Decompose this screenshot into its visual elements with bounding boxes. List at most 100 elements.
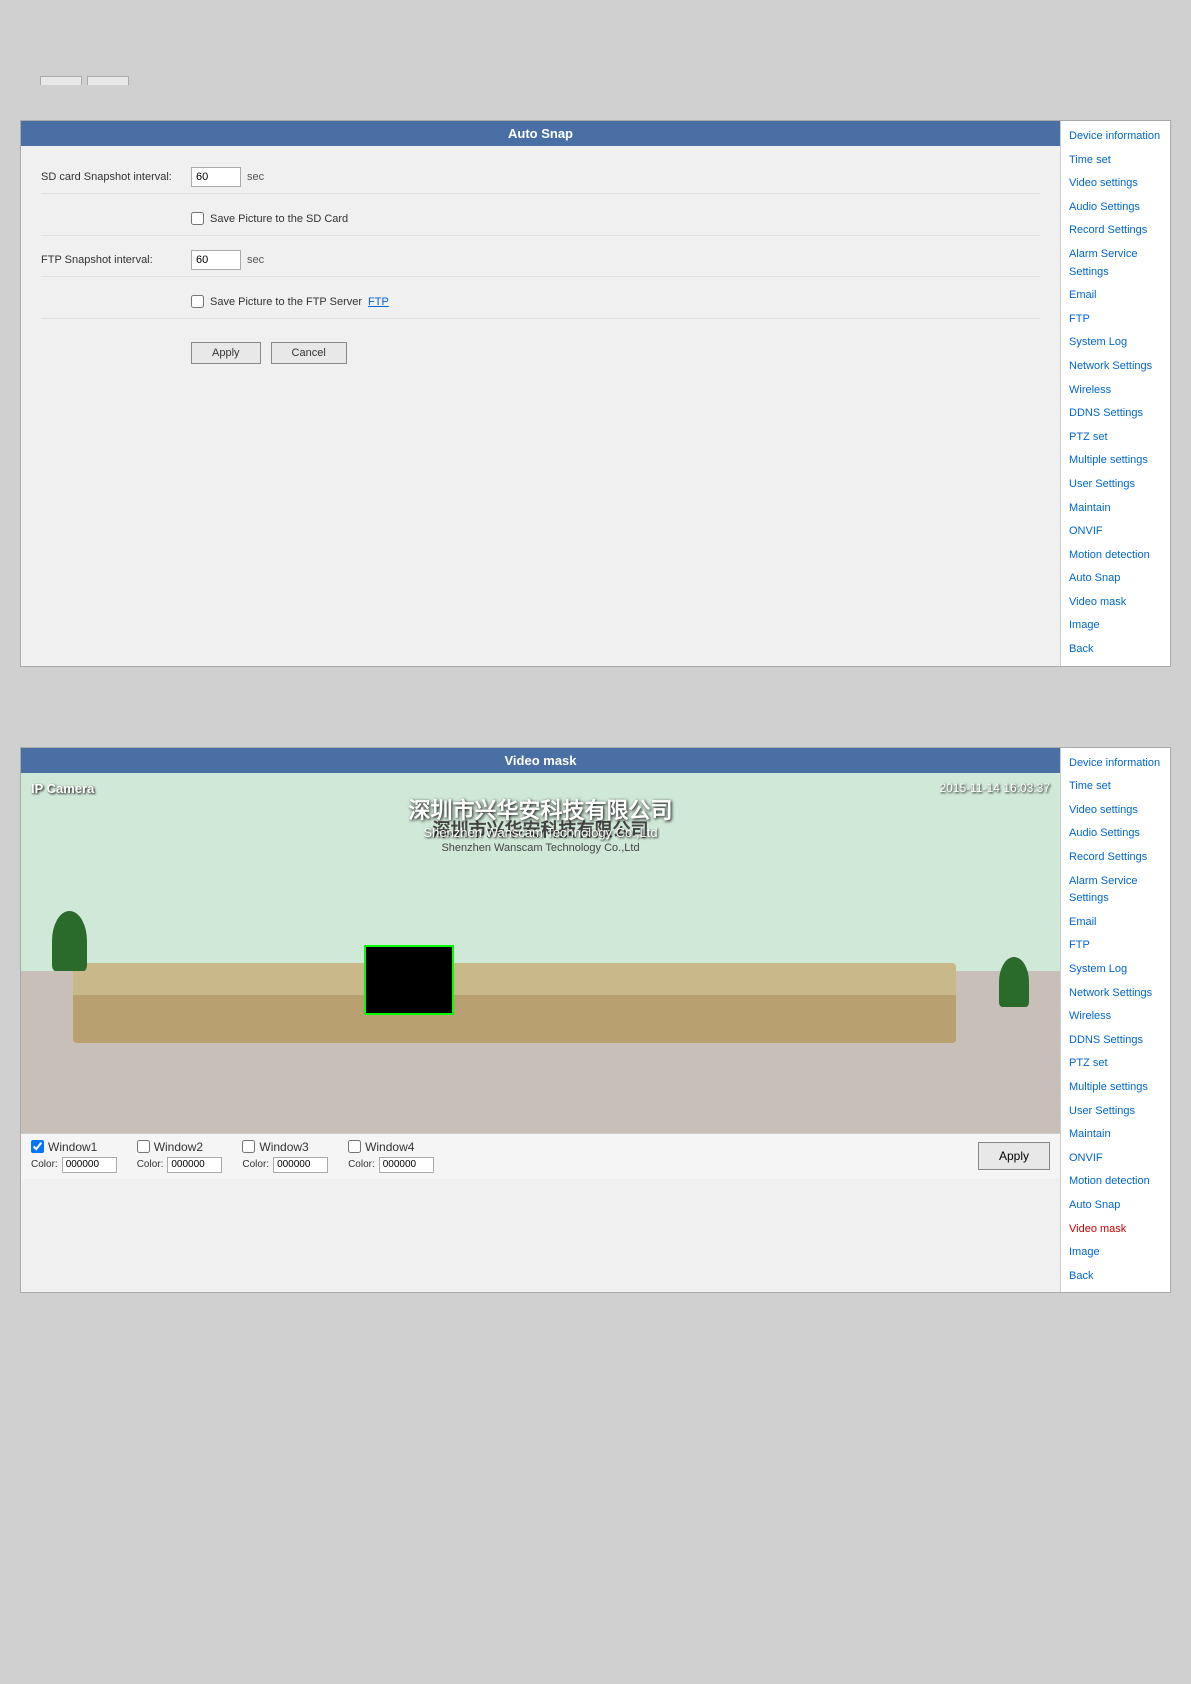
sidebar1-item-3[interactable]: Audio Settings bbox=[1061, 196, 1170, 220]
sidebar1-item-18[interactable]: Auto Snap bbox=[1061, 567, 1170, 591]
window4-checkbox[interactable] bbox=[348, 1140, 361, 1153]
sidebar1-item-4[interactable]: Record Settings bbox=[1061, 219, 1170, 243]
window1-top: Window1 bbox=[31, 1140, 117, 1154]
window2-checkbox[interactable] bbox=[137, 1140, 150, 1153]
window1-checkbox[interactable] bbox=[31, 1140, 44, 1153]
sidebar2-item-17[interactable]: Motion detection bbox=[1061, 1170, 1170, 1194]
sidebar1-item-8[interactable]: System Log bbox=[1061, 331, 1170, 355]
window2-top: Window2 bbox=[137, 1140, 223, 1154]
sidebar1-item-6[interactable]: Email bbox=[1061, 284, 1170, 308]
sidebar2-item-2[interactable]: Video settings bbox=[1061, 799, 1170, 823]
ftp-checkbox-row: Save Picture to the FTP Server FTP bbox=[41, 285, 1040, 319]
sidebar2-item-1[interactable]: Time set bbox=[1061, 775, 1170, 799]
sidebar2-item-7[interactable]: FTP bbox=[1061, 934, 1170, 958]
sidebar2: Device information Time set Video settin… bbox=[1060, 748, 1170, 1293]
en-watermark: Shenzhen Wanscam Technology Co.,Ltd bbox=[408, 825, 672, 840]
sidebar2-item-16[interactable]: ONVIF bbox=[1061, 1147, 1170, 1171]
sidebar2-item-10[interactable]: Wireless bbox=[1061, 1005, 1170, 1029]
window1-color-label: Color: bbox=[31, 1159, 58, 1170]
sidebar2-item-3[interactable]: Audio Settings bbox=[1061, 822, 1170, 846]
auto-snap-header: Auto Snap bbox=[21, 121, 1060, 146]
top-placeholder bbox=[20, 20, 1171, 90]
sidebar2-item-11[interactable]: DDNS Settings bbox=[1061, 1029, 1170, 1053]
sidebar1-item-7[interactable]: FTP bbox=[1061, 308, 1170, 332]
tab1[interactable] bbox=[40, 76, 82, 85]
window1-bottom: Color: bbox=[31, 1157, 117, 1173]
sidebar2-item-19[interactable]: Video mask bbox=[1061, 1218, 1170, 1242]
sidebar2-item-5[interactable]: Alarm Service Settings bbox=[1061, 870, 1170, 911]
sd-unit: sec bbox=[247, 171, 264, 183]
sidebar2-item-14[interactable]: User Settings bbox=[1061, 1100, 1170, 1124]
tab2[interactable] bbox=[87, 76, 129, 85]
auto-snap-content: SD card Snapshot interval: sec Save Pict… bbox=[21, 146, 1060, 394]
sidebar2-item-6[interactable]: Email bbox=[1061, 911, 1170, 935]
sidebar2-item-4[interactable]: Record Settings bbox=[1061, 846, 1170, 870]
sidebar1-item-17[interactable]: Motion detection bbox=[1061, 544, 1170, 568]
sidebar1-item-14[interactable]: User Settings bbox=[1061, 473, 1170, 497]
window2-label: Window2 bbox=[154, 1140, 203, 1154]
sidebar1-item-9[interactable]: Network Settings bbox=[1061, 355, 1170, 379]
sidebar1-item-21[interactable]: Back bbox=[1061, 638, 1170, 662]
sidebar2-item-15[interactable]: Maintain bbox=[1061, 1123, 1170, 1147]
ftp-unit: sec bbox=[247, 254, 264, 266]
sidebar2-item-12[interactable]: PTZ set bbox=[1061, 1052, 1170, 1076]
sidebar1-item-5[interactable]: Alarm Service Settings bbox=[1061, 243, 1170, 284]
window4-label: Window4 bbox=[365, 1140, 414, 1154]
ftp-input[interactable] bbox=[191, 250, 241, 270]
sidebar2-item-13[interactable]: Multiple settings bbox=[1061, 1076, 1170, 1100]
window3-checkbox[interactable] bbox=[242, 1140, 255, 1153]
video-mask-box[interactable] bbox=[364, 945, 454, 1015]
camera-label: IP Camera bbox=[31, 781, 94, 796]
window1-label: Window1 bbox=[48, 1140, 97, 1154]
window2-color-input[interactable] bbox=[167, 1157, 222, 1173]
window3-color-label: Color: bbox=[242, 1159, 269, 1170]
plant-left bbox=[52, 911, 87, 971]
cancel-button[interactable]: Cancel bbox=[271, 342, 347, 364]
sd-input[interactable] bbox=[191, 167, 241, 187]
sidebar2-item-9[interactable]: Network Settings bbox=[1061, 982, 1170, 1006]
ftp-checkbox[interactable] bbox=[191, 295, 204, 308]
sidebar1-item-10[interactable]: Wireless bbox=[1061, 379, 1170, 403]
window4-color-input[interactable] bbox=[379, 1157, 434, 1173]
sidebar1-item-16[interactable]: ONVIF bbox=[1061, 520, 1170, 544]
ftp-checkbox-label: Save Picture to the FTP Server bbox=[210, 296, 362, 308]
window3-color-input[interactable] bbox=[273, 1157, 328, 1173]
sidebar1-item-0[interactable]: Device information bbox=[1061, 125, 1170, 149]
sidebar2-item-20[interactable]: Image bbox=[1061, 1241, 1170, 1265]
sidebar1-item-15[interactable]: Maintain bbox=[1061, 497, 1170, 521]
window3-label: Window3 bbox=[259, 1140, 308, 1154]
sidebar1: Device information Time set Video settin… bbox=[1060, 121, 1170, 666]
sidebar1-item-20[interactable]: Image bbox=[1061, 614, 1170, 638]
video-mask-apply-button[interactable]: Apply bbox=[978, 1142, 1050, 1170]
page-wrapper: Auto Snap SD card Snapshot interval: sec… bbox=[0, 0, 1191, 1313]
window2-color-label: Color: bbox=[137, 1159, 164, 1170]
camera-timestamp: 2015-11-14 16:03:37 bbox=[939, 781, 1050, 795]
ftp-checkbox-group: Save Picture to the FTP Server FTP bbox=[191, 291, 389, 312]
sidebar2-item-0[interactable]: Device information bbox=[1061, 752, 1170, 776]
sd-checkbox[interactable] bbox=[191, 212, 204, 225]
sidebar2-item-8[interactable]: System Log bbox=[1061, 958, 1170, 982]
sidebar2-item-21[interactable]: Back bbox=[1061, 1265, 1170, 1289]
auto-snap-panel: Auto Snap SD card Snapshot interval: sec… bbox=[20, 120, 1171, 667]
window1-color-input[interactable] bbox=[62, 1157, 117, 1173]
sidebar1-item-19[interactable]: Video mask bbox=[1061, 591, 1170, 615]
ftp-link[interactable]: FTP bbox=[368, 296, 389, 308]
desk-front bbox=[73, 995, 956, 1043]
window2-bottom: Color: bbox=[137, 1157, 223, 1173]
auto-snap-main: Auto Snap SD card Snapshot interval: sec… bbox=[21, 121, 1060, 666]
sidebar1-item-1[interactable]: Time set bbox=[1061, 149, 1170, 173]
sidebar2-item-18[interactable]: Auto Snap bbox=[1061, 1194, 1170, 1218]
video-mask-panel: Video mask 深圳市兴华安科技有限公司 Shenzhen Wanscam… bbox=[20, 747, 1171, 1294]
sidebar1-item-13[interactable]: Multiple settings bbox=[1061, 449, 1170, 473]
sidebar1-item-12[interactable]: PTZ set bbox=[1061, 426, 1170, 450]
ftp-controls: sec bbox=[191, 250, 264, 270]
sidebar1-item-11[interactable]: DDNS Settings bbox=[1061, 402, 1170, 426]
spacer bbox=[20, 697, 1171, 717]
ftp-row: FTP Snapshot interval: sec bbox=[41, 244, 1040, 277]
sidebar1-item-2[interactable]: Video settings bbox=[1061, 172, 1170, 196]
window4-bottom: Color: bbox=[348, 1157, 434, 1173]
apply-button[interactable]: Apply bbox=[191, 342, 261, 364]
ftp-label: FTP Snapshot interval: bbox=[41, 254, 191, 266]
video-mask-main: Video mask 深圳市兴华安科技有限公司 Shenzhen Wanscam… bbox=[21, 748, 1060, 1293]
zh-watermark: 深圳市兴华安科技有限公司 bbox=[408, 793, 672, 825]
